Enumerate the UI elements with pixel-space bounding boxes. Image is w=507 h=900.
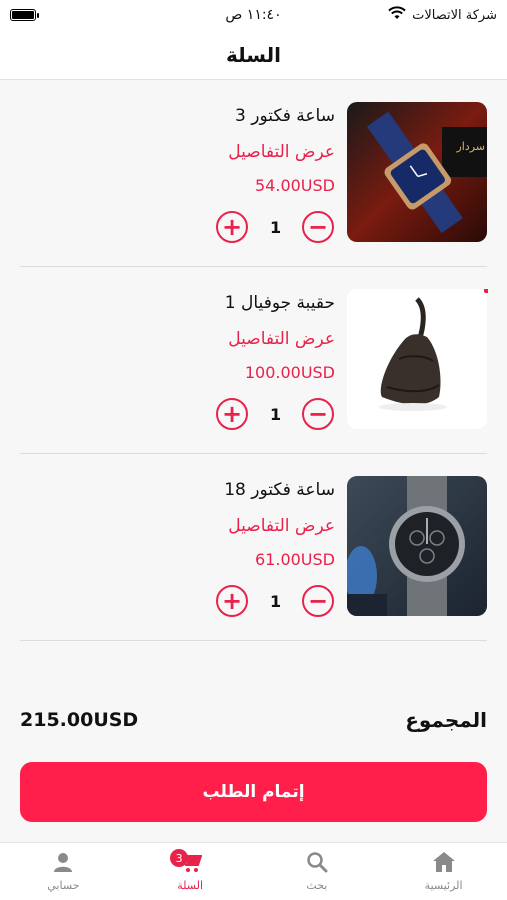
total-value: 215.00USD [20,709,139,731]
tab-label: بحث [306,879,328,892]
tab-label: السلة [177,879,203,892]
tab-label: حسابي [47,879,80,892]
wifi-icon [388,6,406,24]
battery-icon [10,9,39,21]
quantity-stepper: + 1 − [216,585,334,617]
carrier-group: شركة الاتصالات [388,6,497,24]
status-time: ١١:٤٠ ص [225,7,282,23]
item-price: 54.00USD [255,176,335,195]
search-icon [306,851,328,873]
quantity-stepper: + 1 − [216,398,334,430]
tab-account[interactable]: حسابي [0,843,127,900]
tab-search[interactable]: بحث [254,843,381,900]
bottom-tab-bar: حسابي 3 السلة بحث الرئيسية [0,842,507,900]
home-icon [432,851,456,873]
cart-list: سردار ساعة فكتور 3 عرض التفاصيل 54.00USD… [20,80,488,641]
quantity-value: 1 [270,591,282,611]
quantity-value: 1 [270,404,282,424]
cart-item: حقيبة جوفيال 1 عرض التفاصيل 100.00USD + … [20,267,488,454]
battery-indicator [10,9,39,21]
increase-quantity-button[interactable]: + [216,211,248,243]
item-price: 61.00USD [255,550,335,569]
item-name: ساعة فكتور 18 [224,480,335,500]
image-overlay-text: سردار [455,140,485,153]
product-image[interactable] [347,476,487,616]
increase-quantity-button[interactable]: + [216,398,248,430]
increase-quantity-button[interactable]: + [216,585,248,617]
product-image[interactable] [347,289,487,429]
decrease-quantity-button[interactable]: − [302,211,334,243]
minus-icon: − [307,213,329,241]
decrease-quantity-button[interactable]: − [302,398,334,430]
quantity-value: 1 [270,217,282,237]
view-details-link[interactable]: عرض التفاصيل [228,329,335,349]
person-icon [52,851,74,873]
plus-icon: + [221,587,243,615]
view-details-link[interactable]: عرض التفاصيل [228,516,335,536]
view-details-link[interactable]: عرض التفاصيل [228,142,335,162]
page-header: السلة [0,30,507,80]
minus-icon: − [307,587,329,615]
item-price: 100.00USD [244,363,335,382]
plus-icon: + [221,400,243,428]
minus-icon: − [307,400,329,428]
quantity-stepper: + 1 − [216,211,334,243]
decrease-quantity-button[interactable]: − [302,585,334,617]
cart-item: ساعة فكتور 18 عرض التفاصيل 61.00USD + 1 … [20,454,487,641]
product-image[interactable]: سردار [347,102,487,242]
page-title: السلة [225,42,281,67]
tab-home[interactable]: الرئيسية [380,843,507,900]
plus-icon: + [221,213,243,241]
carrier-name: شركة الاتصالات [412,7,497,23]
cart-badge: 3 [170,849,189,867]
checkout-button[interactable]: إتمام الطلب [20,762,487,822]
order-total: 215.00USD المجموع [20,705,487,735]
status-bar: ١١:٤٠ ص شركة الاتصالات [0,0,507,30]
tab-label: الرئيسية [424,879,463,892]
item-name: حقيبة جوفيال 1 [224,293,335,313]
tab-cart[interactable]: 3 السلة [127,843,254,900]
item-name: ساعة فكتور 3 [235,106,335,126]
cart-item: سردار ساعة فكتور 3 عرض التفاصيل 54.00USD… [20,80,487,267]
total-label: المجموع [405,708,487,732]
